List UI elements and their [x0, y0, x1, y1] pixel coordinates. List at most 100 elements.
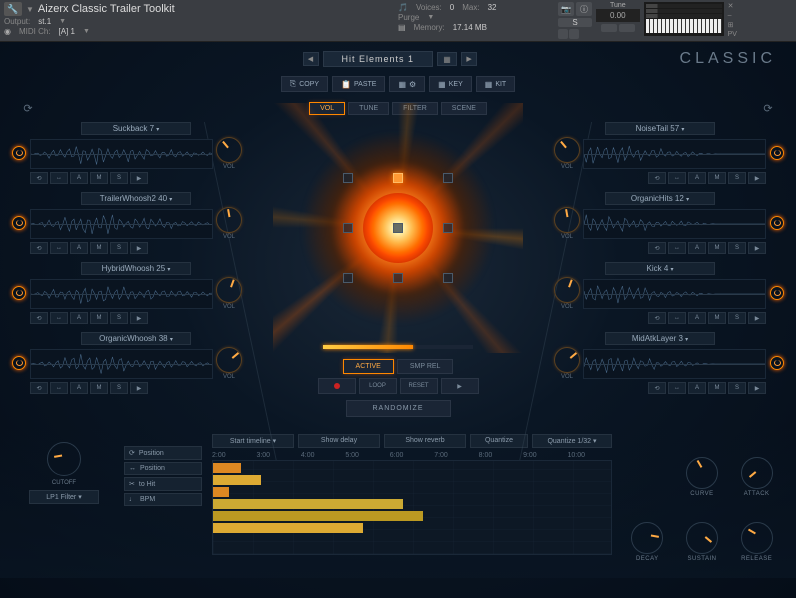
layer-waveform[interactable]: [583, 139, 766, 169]
preset-name[interactable]: Hit Elements 1: [323, 51, 434, 67]
layer-power-button[interactable]: [12, 216, 26, 230]
close-x-icon[interactable]: ✕: [728, 2, 737, 10]
timeline-bar[interactable]: [213, 499, 403, 509]
layer-waveform[interactable]: [583, 209, 766, 239]
layer-mini-button[interactable]: ⟲: [648, 312, 666, 324]
show-delay-button[interactable]: Show delay: [298, 434, 380, 448]
layer-power-button[interactable]: [770, 286, 784, 300]
grid-cell-6[interactable]: [443, 223, 453, 233]
layer-mini-button[interactable]: ▶: [130, 382, 148, 394]
layer-power-button[interactable]: [770, 216, 784, 230]
aux-icon[interactable]: ⊞: [728, 21, 737, 29]
curve-knob[interactable]: [686, 457, 718, 489]
layer-mini-button[interactable]: M: [708, 172, 726, 184]
layer-mini-button[interactable]: A: [70, 242, 88, 254]
timeline-grid[interactable]: [212, 460, 612, 555]
play-button[interactable]: ▶: [441, 378, 479, 394]
max-value[interactable]: 32: [488, 3, 497, 12]
grid-cell-2[interactable]: [393, 173, 403, 183]
m-toggle[interactable]: [558, 29, 568, 39]
layer-mini-button[interactable]: A: [688, 382, 706, 394]
layer-vol-knob[interactable]: [554, 137, 580, 163]
grid-cell-3[interactable]: [443, 173, 453, 183]
layer-mini-button[interactable]: ↔: [50, 312, 68, 324]
layer-name-select[interactable]: HybridWhoosh 25 ▾: [81, 262, 191, 275]
loop-button[interactable]: LOOP: [359, 378, 397, 394]
layer-mini-button[interactable]: M: [90, 312, 108, 324]
layer-mini-button[interactable]: ▶: [748, 312, 766, 324]
grid-cell-4[interactable]: [343, 223, 353, 233]
timeline-bar[interactable]: [213, 475, 261, 485]
start-timeline-select[interactable]: Start timeline ▾: [212, 434, 294, 448]
layer-name-select[interactable]: OrganicWhoosh 38 ▾: [81, 332, 191, 345]
layer-mini-button[interactable]: S: [728, 242, 746, 254]
settings-button[interactable]: ▦⚙: [389, 76, 425, 92]
tune-inc-icon[interactable]: [601, 24, 617, 32]
layer-waveform[interactable]: [30, 349, 213, 379]
decay-knob[interactable]: [631, 522, 663, 554]
layer-vol-knob[interactable]: [554, 347, 580, 373]
layer-waveform[interactable]: [30, 279, 213, 309]
layer-mini-button[interactable]: A: [70, 312, 88, 324]
grid-cell-9[interactable]: [443, 273, 453, 283]
preset-browser-icon[interactable]: ▦: [437, 52, 457, 66]
active-button[interactable]: ACTIVE: [343, 359, 394, 374]
layer-mini-button[interactable]: ⟲: [30, 242, 48, 254]
layer-mini-button[interactable]: ↔: [50, 242, 68, 254]
layer-mini-button[interactable]: ↔: [50, 172, 68, 184]
layer-name-select[interactable]: OrganicHits 12 ▾: [605, 192, 715, 205]
layer-vol-knob[interactable]: [216, 207, 242, 233]
output-value[interactable]: st.1: [38, 17, 51, 26]
layer-name-select[interactable]: TrailerWhoosh2 40 ▾: [81, 192, 191, 205]
layer-mini-button[interactable]: A: [688, 312, 706, 324]
midi-value[interactable]: [A] 1: [59, 27, 75, 36]
layer-vol-knob[interactable]: [216, 347, 242, 373]
layer-vol-knob[interactable]: [554, 207, 580, 233]
filter-type-select[interactable]: LP1 Filter ▾: [29, 490, 99, 504]
timeline-bar[interactable]: [213, 523, 363, 533]
cutoff-knob[interactable]: [47, 442, 81, 476]
layer-mini-button[interactable]: ⟲: [30, 382, 48, 394]
chevron-down-icon[interactable]: ▼: [59, 18, 66, 25]
layer-mini-button[interactable]: ↔: [668, 312, 686, 324]
timeline-bar[interactable]: [213, 463, 241, 473]
layer-mini-button[interactable]: A: [688, 242, 706, 254]
l-toggle[interactable]: [569, 29, 579, 39]
layer-waveform[interactable]: [583, 349, 766, 379]
layer-power-button[interactable]: [12, 146, 26, 160]
chevron-down-icon[interactable]: ▼: [83, 28, 90, 35]
layer-mini-button[interactable]: ⟲: [648, 172, 666, 184]
layer-vol-knob[interactable]: [554, 277, 580, 303]
quantize-value-select[interactable]: Quantize 1/32 ▾: [532, 434, 612, 448]
layer-mini-button[interactable]: A: [70, 172, 88, 184]
release-knob[interactable]: [741, 522, 773, 554]
attack-knob[interactable]: [741, 457, 773, 489]
layer-mini-button[interactable]: ▶: [748, 382, 766, 394]
sustain-knob[interactable]: [686, 522, 718, 554]
layer-mini-button[interactable]: S: [728, 382, 746, 394]
layer-mini-button[interactable]: ⟲: [30, 172, 48, 184]
layer-mini-button[interactable]: ▶: [748, 172, 766, 184]
info-icon[interactable]: ⓘ: [576, 2, 592, 16]
grid-cell-1[interactable]: [343, 173, 353, 183]
layer-mini-button[interactable]: ⟲: [30, 312, 48, 324]
copy-button[interactable]: ⎘COPY: [281, 76, 328, 92]
show-reverb-button[interactable]: Show reverb: [384, 434, 466, 448]
layer-waveform[interactable]: [30, 209, 213, 239]
solo-button[interactable]: S: [558, 18, 592, 27]
expand-arrow-icon[interactable]: ▼: [26, 5, 34, 14]
randomize-button[interactable]: RANDOMIZE: [346, 400, 451, 417]
preset-prev-icon[interactable]: ◀: [303, 52, 319, 66]
layer-vol-knob[interactable]: [216, 277, 242, 303]
timeline-bar[interactable]: [213, 511, 423, 521]
layer-mini-button[interactable]: M: [90, 172, 108, 184]
smp-rel-button[interactable]: SMP REL: [397, 359, 454, 374]
layer-mini-button[interactable]: S: [110, 312, 128, 324]
layer-mini-button[interactable]: ▶: [748, 242, 766, 254]
layer-name-select[interactable]: Suckback 7 ▾: [81, 122, 191, 135]
layer-mini-button[interactable]: A: [70, 382, 88, 394]
key-button[interactable]: ▦KEY: [429, 76, 472, 92]
layer-mini-button[interactable]: S: [110, 242, 128, 254]
purge-label[interactable]: Purge: [398, 13, 419, 22]
reload-all-right-icon[interactable]: ⟳: [760, 100, 776, 116]
